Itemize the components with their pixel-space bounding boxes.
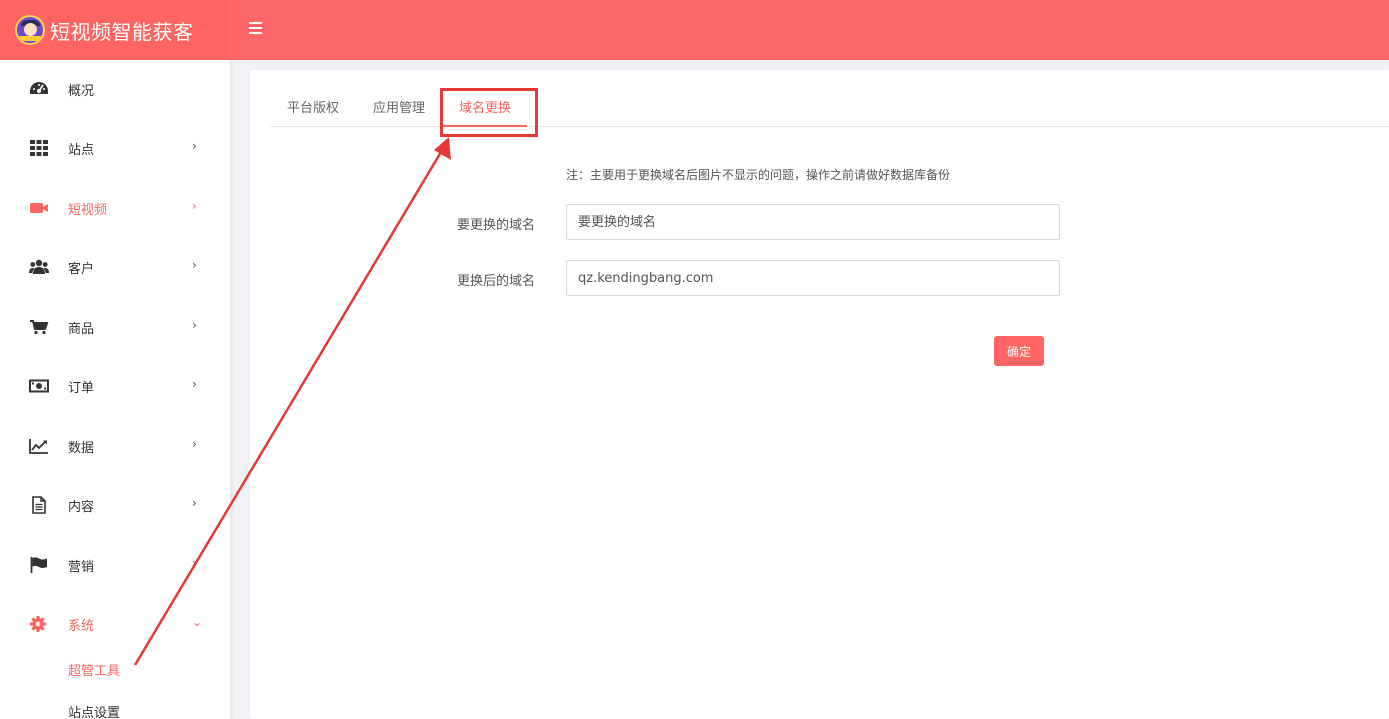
document-icon — [32, 496, 46, 514]
sidebar-item-label: 系统 — [68, 619, 95, 634]
sidebar-item-content[interactable]: 内容 › — [0, 485, 230, 525]
confirm-button[interactable]: 确定 — [994, 336, 1044, 366]
chevron-right-icon: › — [192, 318, 197, 332]
grid-icon — [30, 140, 48, 156]
sidebar-item-label: 短视频 — [68, 203, 108, 218]
chevron-right-icon: › — [192, 437, 197, 451]
sidebar-item-label: 数据 — [68, 441, 95, 456]
sidebar-item-label: 订单 — [68, 381, 95, 396]
tab-platform-copyright[interactable]: 平台版权 — [287, 97, 339, 116]
sidebar-item-orders[interactable]: 订单 › — [0, 366, 230, 406]
sidebar-item-label: 站点 — [68, 143, 95, 158]
new-domain-label: 更换后的域名 — [457, 274, 536, 289]
app-title: 短视频智能获客 — [50, 20, 194, 44]
top-header: 短视频智能获客 — [0, 0, 1389, 60]
sidebar-item-sites[interactable]: 站点 › — [0, 128, 230, 168]
video-camera-icon — [30, 203, 48, 213]
chevron-right-icon: › — [192, 139, 197, 153]
old-domain-label: 要更换的域名 — [457, 218, 536, 233]
gear-icon — [30, 616, 46, 632]
users-icon — [29, 259, 49, 274]
chevron-right-icon: › — [192, 556, 197, 570]
sidebar-item-label: 营销 — [68, 560, 95, 575]
cart-icon — [30, 320, 49, 335]
chevron-down-icon: ⌄ — [192, 615, 203, 629]
flag-icon — [30, 557, 47, 573]
dashboard-icon — [30, 82, 48, 94]
sidebar-item-marketing[interactable]: 营销 › — [0, 545, 230, 585]
new-domain-input[interactable] — [566, 260, 1060, 296]
tab-app-management[interactable]: 应用管理 — [373, 97, 425, 116]
chevron-right-icon: › — [192, 258, 197, 272]
hamburger-menu-icon[interactable] — [249, 22, 262, 38]
chevron-right-icon: › — [192, 496, 197, 510]
sidebar-item-label: 客户 — [68, 262, 95, 277]
sidebar-item-products[interactable]: 商品 › — [0, 307, 230, 347]
chevron-right-icon: › — [192, 377, 197, 391]
sidebar-item-label: 商品 — [68, 322, 95, 337]
sidebar-item-label: 概况 — [68, 84, 95, 99]
sidebar-item-label: 内容 — [68, 500, 95, 515]
chevron-right-icon: › — [192, 199, 197, 213]
tab-bar: 平台版权 应用管理 域名更换 — [270, 70, 1389, 127]
sidebar-item-overview[interactable]: 概况 — [0, 69, 230, 109]
sidebar-subitem-site-settings[interactable]: 站点设置 — [68, 702, 120, 719]
sidebar-item-system[interactable]: 系统 ⌄ — [0, 604, 230, 644]
brand: 短视频智能获客 — [0, 0, 230, 60]
sidebar-subitem-super-admin-tools[interactable]: 超管工具 — [68, 660, 120, 679]
line-chart-icon — [29, 439, 48, 454]
sidebar: 概况 站点 › 短视频 › 客户 › 商品 › 订单 › 数据 › 内容 › 营… — [0, 60, 230, 719]
sidebar-item-short-video[interactable]: 短视频 › — [0, 188, 230, 228]
form-note: 注：主要用于更换域名后图片不显示的问题，操作之前请做好数据库备份 — [566, 168, 951, 182]
sidebar-item-data[interactable]: 数据 › — [0, 426, 230, 466]
sidebar-item-customers[interactable]: 客户 › — [0, 247, 230, 287]
logo-icon — [15, 15, 45, 45]
money-icon — [29, 379, 49, 393]
annotation-highlight-box — [440, 88, 538, 137]
old-domain-input[interactable] — [566, 204, 1060, 240]
main-panel: 平台版权 应用管理 域名更换 注：主要用于更换域名后图片不显示的问题，操作之前请… — [250, 70, 1389, 719]
